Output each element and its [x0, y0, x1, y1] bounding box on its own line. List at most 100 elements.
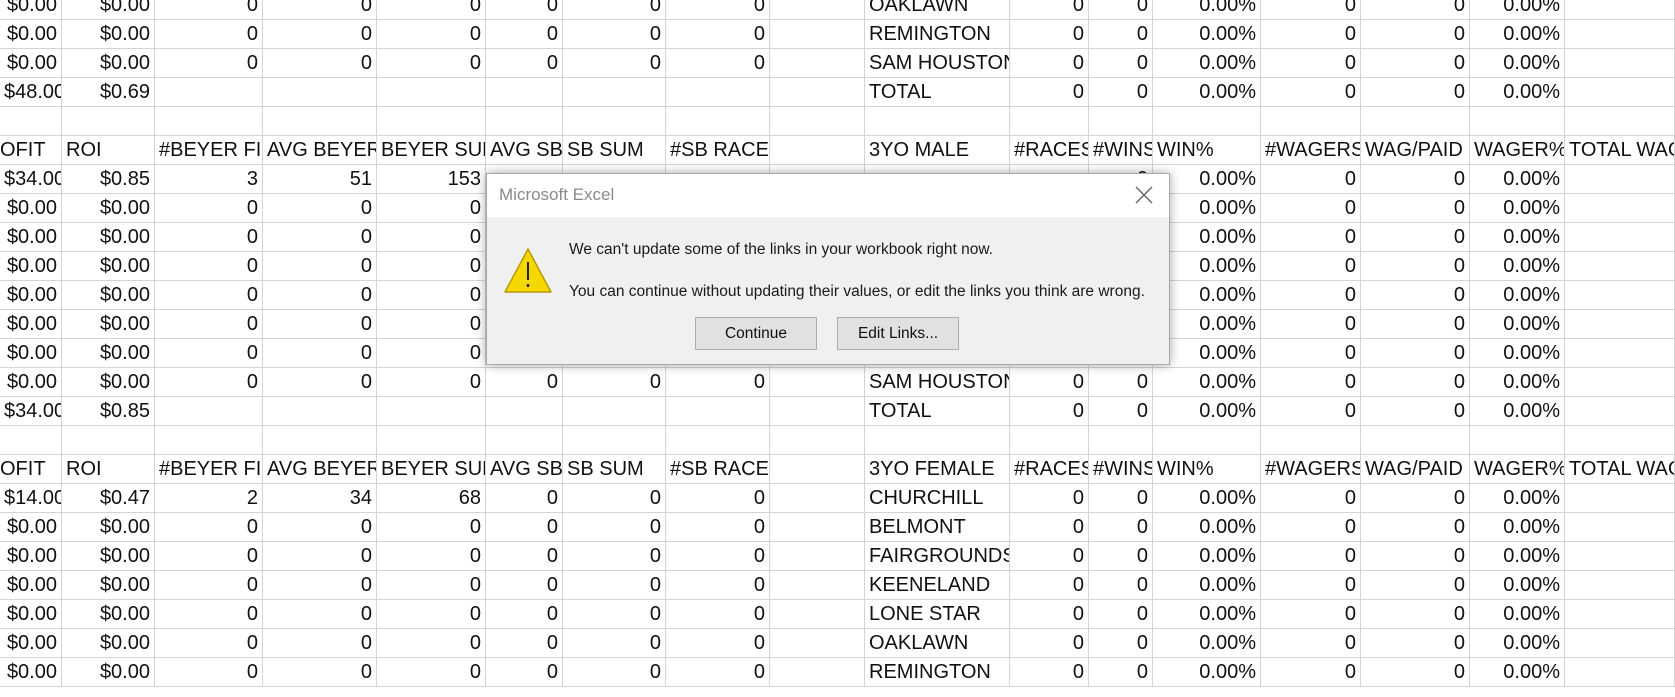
sheet-cell[interactable]: 0	[666, 0, 770, 20]
header-cell[interactable]: AVG SB	[486, 455, 563, 484]
sheet-cell[interactable]: $0.00	[0, 629, 62, 658]
header-cell[interactable]: AVG BEYER	[263, 455, 377, 484]
sheet-cell[interactable]: $0.00	[62, 0, 155, 20]
sheet-cell[interactable]	[770, 397, 865, 426]
sheet-cell[interactable]: 0	[1261, 0, 1361, 20]
sheet-cell[interactable]	[1153, 426, 1261, 455]
sheet-cell[interactable]: 0	[1361, 397, 1470, 426]
sheet-cell[interactable]: 0	[563, 0, 666, 20]
sheet-cell[interactable]: $0.00	[0, 310, 62, 339]
sheet-cell[interactable]: 0	[1361, 542, 1470, 571]
sheet-cell[interactable]	[770, 49, 865, 78]
sheet-cell[interactable]: 0	[1361, 281, 1470, 310]
sheet-cell[interactable]: 0	[377, 281, 486, 310]
sheet-cell[interactable]: 0	[666, 484, 770, 513]
sheet-cell[interactable]	[666, 107, 770, 136]
sheet-cell[interactable]: 0.00%	[1470, 339, 1565, 368]
sheet-cell[interactable]	[377, 107, 486, 136]
sheet-cell[interactable]: 0	[155, 368, 263, 397]
sheet-cell[interactable]: 0	[377, 658, 486, 687]
sheet-cell[interactable]: 0	[377, 310, 486, 339]
sheet-cell[interactable]	[770, 513, 865, 542]
sheet-cell[interactable]	[1153, 107, 1261, 136]
sheet-cell[interactable]: 0	[486, 484, 563, 513]
sheet-cell[interactable]: 0	[1010, 542, 1089, 571]
sheet-cell[interactable]	[770, 107, 865, 136]
sheet-cell[interactable]: 0	[1261, 658, 1361, 687]
sheet-cell[interactable]: 0.00%	[1153, 397, 1261, 426]
sheet-cell[interactable]: 0	[263, 0, 377, 20]
sheet-cell[interactable]	[770, 542, 865, 571]
sheet-cell[interactable]: 0	[1361, 571, 1470, 600]
sheet-cell[interactable]	[1089, 426, 1153, 455]
sheet-cell[interactable]: 0	[563, 20, 666, 49]
header-cell[interactable]: AVG BEYER	[263, 136, 377, 165]
header-cell[interactable]: TOTAL WAG	[1565, 455, 1675, 484]
sheet-cell[interactable]: 0	[486, 658, 563, 687]
sheet-cell[interactable]: $0.00	[62, 310, 155, 339]
sheet-cell[interactable]: $0.00	[0, 368, 62, 397]
sheet-cell[interactable]: 0	[263, 339, 377, 368]
sheet-cell[interactable]: 0	[1089, 600, 1153, 629]
sheet-cell[interactable]: 0	[1261, 49, 1361, 78]
header-cell[interactable]: #RACES	[1010, 455, 1089, 484]
sheet-cell[interactable]: 0	[155, 310, 263, 339]
sheet-cell[interactable]: 0	[1261, 78, 1361, 107]
sheet-cell[interactable]: 0	[1361, 513, 1470, 542]
sheet-cell[interactable]: 0	[1261, 165, 1361, 194]
header-cell[interactable]: TOTAL WAG	[1565, 136, 1675, 165]
sheet-cell[interactable]: 0	[1089, 658, 1153, 687]
sheet-cell[interactable]: 0	[263, 194, 377, 223]
sheet-cell[interactable]: 0.00%	[1153, 513, 1261, 542]
sheet-cell[interactable]: $0.00	[0, 658, 62, 687]
sheet-cell[interactable]: $0.47	[62, 484, 155, 513]
header-cell[interactable]: #RACES	[1010, 136, 1089, 165]
sheet-cell[interactable]: 3	[155, 165, 263, 194]
sheet-cell[interactable]: 0.00%	[1153, 78, 1261, 107]
sheet-cell[interactable]: 0	[563, 629, 666, 658]
sheet-cell[interactable]: 0.00%	[1153, 629, 1261, 658]
sheet-cell[interactable]: 0	[263, 658, 377, 687]
header-cell[interactable]: WIN%	[1153, 136, 1261, 165]
sheet-cell[interactable]: $0.00	[0, 542, 62, 571]
sheet-cell[interactable]: OAKLAWN	[865, 0, 1010, 20]
sheet-cell[interactable]: 0	[1010, 629, 1089, 658]
sheet-cell[interactable]: 0	[486, 0, 563, 20]
sheet-cell[interactable]: 0	[263, 571, 377, 600]
sheet-cell[interactable]: 0	[666, 571, 770, 600]
sheet-cell[interactable]: 0	[486, 368, 563, 397]
sheet-cell[interactable]: 2	[155, 484, 263, 513]
sheet-cell[interactable]: 0	[263, 49, 377, 78]
sheet-cell[interactable]	[1565, 339, 1675, 368]
header-cell[interactable]: BEYER SUM	[377, 136, 486, 165]
sheet-cell[interactable]: 0	[666, 629, 770, 658]
sheet-cell[interactable]: 0	[486, 600, 563, 629]
sheet-cell[interactable]: 0	[377, 339, 486, 368]
edit-links-button[interactable]: Edit Links...	[837, 317, 959, 350]
header-cell[interactable]: SB SUM	[563, 455, 666, 484]
sheet-cell[interactable]: $0.00	[62, 629, 155, 658]
sheet-cell[interactable]: 0	[563, 600, 666, 629]
sheet-cell[interactable]	[1565, 513, 1675, 542]
sheet-cell[interactable]	[1361, 107, 1470, 136]
continue-button[interactable]: Continue	[695, 317, 817, 350]
header-cell[interactable]: 3YO MALE	[865, 136, 1010, 165]
sheet-cell[interactable]: $0.00	[62, 513, 155, 542]
sheet-cell[interactable]	[1565, 20, 1675, 49]
sheet-cell[interactable]: 0	[155, 281, 263, 310]
sheet-cell[interactable]: 153	[377, 165, 486, 194]
sheet-cell[interactable]: 0	[1089, 484, 1153, 513]
header-cell[interactable]: ROI	[62, 136, 155, 165]
sheet-cell[interactable]: 0.00%	[1153, 542, 1261, 571]
sheet-cell[interactable]: $0.00	[62, 20, 155, 49]
sheet-cell[interactable]	[1565, 49, 1675, 78]
sheet-cell[interactable]: 0	[1361, 165, 1470, 194]
header-cell[interactable]: #SB RACES	[666, 136, 770, 165]
sheet-cell[interactable]	[563, 107, 666, 136]
sheet-cell[interactable]	[1565, 397, 1675, 426]
sheet-cell[interactable]: 0	[155, 0, 263, 20]
sheet-cell[interactable]: 0	[666, 600, 770, 629]
sheet-cell[interactable]: 0	[1261, 542, 1361, 571]
sheet-cell[interactable]	[1565, 571, 1675, 600]
sheet-cell[interactable]	[666, 397, 770, 426]
